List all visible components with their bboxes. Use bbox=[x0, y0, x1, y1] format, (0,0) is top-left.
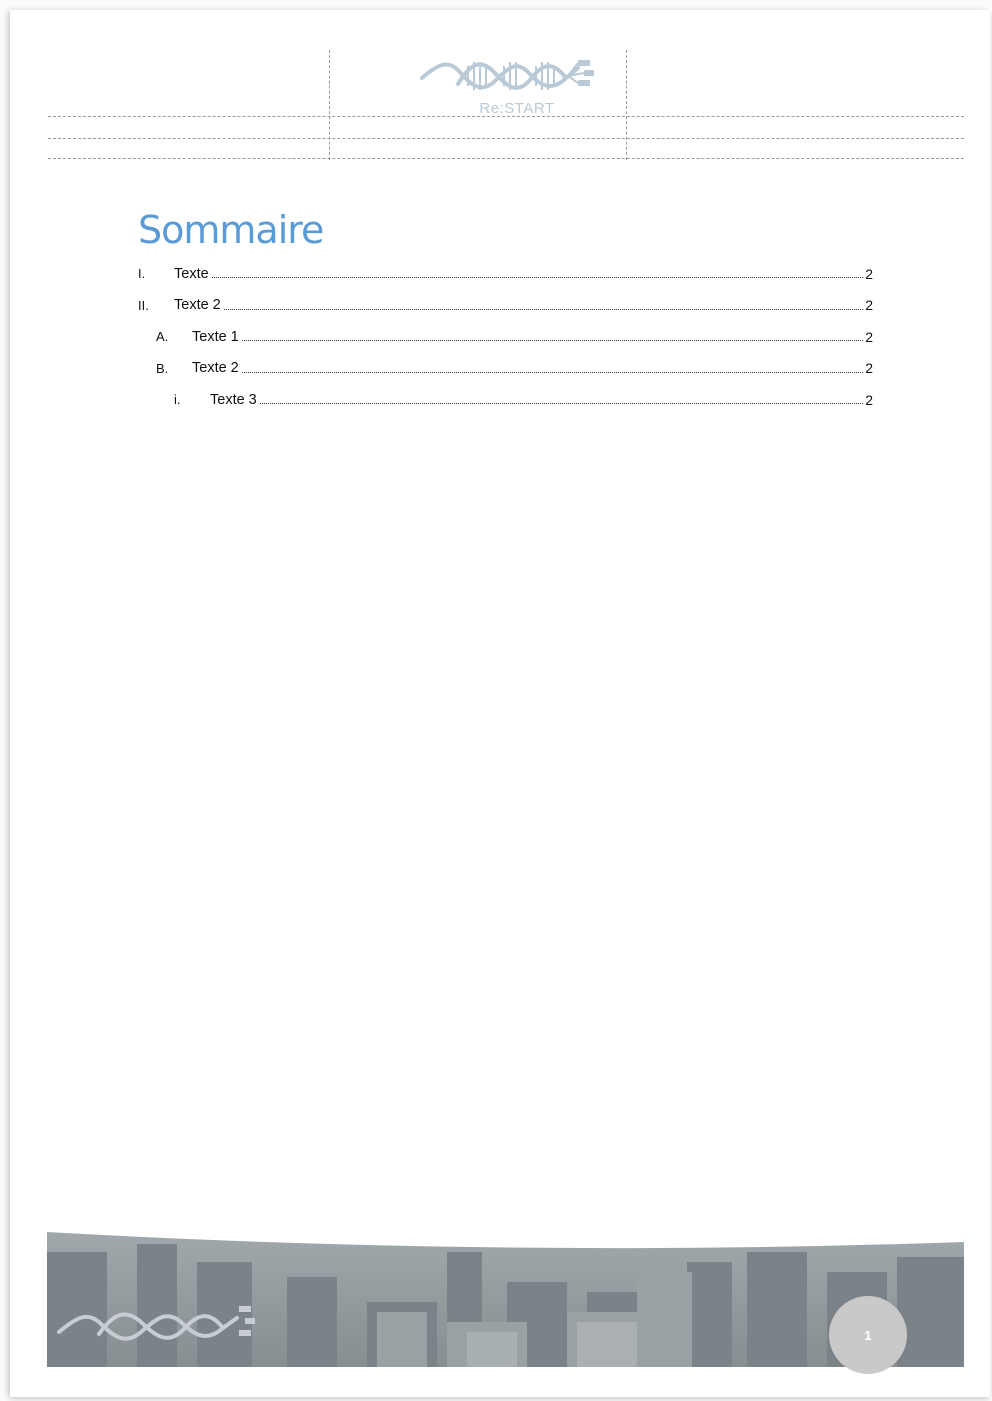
toc-number: i. bbox=[174, 392, 181, 408]
toc-text: Texte 3 bbox=[210, 391, 257, 408]
toc-page: 2 bbox=[865, 391, 873, 408]
document-page: Re:START Sommaire I. Texte 2 II. Texte 2… bbox=[10, 10, 990, 1397]
toc-number: A. bbox=[156, 329, 169, 345]
toc-text: Texte bbox=[174, 265, 209, 282]
toc-leader bbox=[259, 403, 864, 405]
toc-leader bbox=[223, 308, 864, 310]
page-title: Sommaire bbox=[138, 208, 324, 252]
header-column-divider bbox=[329, 50, 330, 160]
page-number-badge: 1 bbox=[829, 1296, 907, 1374]
header-column-divider bbox=[626, 50, 627, 160]
toc-text: Texte 2 bbox=[174, 297, 221, 314]
toc-entry[interactable]: A. Texte 1 2 bbox=[156, 321, 873, 353]
toc-entry[interactable]: I. Texte 2 bbox=[138, 258, 873, 290]
canvas: Re:START Sommaire I. Texte 2 II. Texte 2… bbox=[0, 0, 992, 1401]
toc-number: B. bbox=[156, 360, 169, 376]
toc-entry[interactable]: II. Texte 2 2 bbox=[138, 290, 873, 322]
toc-number: I. bbox=[138, 266, 146, 282]
toc-leader bbox=[241, 371, 864, 373]
toc-text: Texte 1 bbox=[192, 328, 239, 345]
header-divider bbox=[48, 158, 964, 159]
table-of-contents: I. Texte 2 II. Texte 2 2 A. Texte 1 2 B.… bbox=[138, 258, 873, 416]
dna-icon bbox=[420, 60, 594, 90]
toc-page: 2 bbox=[865, 265, 873, 282]
restart-logo: Re:START bbox=[418, 50, 618, 122]
page-header: Re:START bbox=[48, 50, 964, 162]
toc-page: 2 bbox=[865, 360, 873, 377]
toc-leader bbox=[211, 277, 864, 279]
header-divider bbox=[48, 138, 964, 139]
toc-number: II. bbox=[138, 297, 149, 313]
toc-page: 2 bbox=[865, 328, 873, 345]
toc-leader bbox=[241, 340, 864, 342]
toc-page: 2 bbox=[865, 297, 873, 314]
page-footer: 1 bbox=[47, 1222, 964, 1374]
toc-entry[interactable]: B. Texte 2 2 bbox=[156, 353, 873, 385]
city-skyline-image bbox=[47, 1232, 964, 1367]
logo-text: Re:START bbox=[479, 100, 555, 117]
toc-entry[interactable]: i. Texte 3 2 bbox=[174, 384, 873, 416]
toc-text: Texte 2 bbox=[192, 360, 239, 377]
